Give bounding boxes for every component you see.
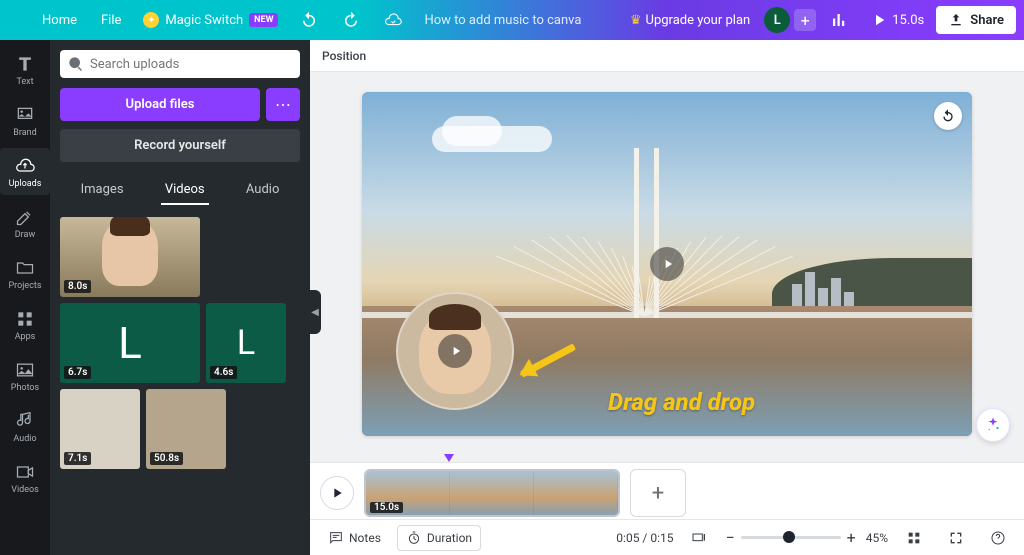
avatar[interactable]: L [764, 7, 790, 33]
panel-tabs: Images Videos Audio [60, 176, 300, 205]
search-icon [68, 56, 84, 72]
timeline-play-button[interactable] [320, 476, 354, 510]
rail-text[interactable]: Text [0, 46, 50, 93]
file-button[interactable]: File [91, 7, 131, 34]
rail-brand[interactable]: Brand [0, 97, 50, 144]
rail-audio[interactable]: Audio [0, 403, 50, 450]
zoom-out-icon[interactable]: − [725, 528, 734, 547]
add-collaborator-button[interactable]: + [794, 9, 816, 31]
zoom-in-icon[interactable]: + [847, 528, 856, 547]
drag-drop-label: Drag and drop [608, 388, 755, 416]
grid-view-button[interactable] [898, 526, 930, 550]
record-yourself-button[interactable]: Record yourself [60, 129, 300, 162]
video-thumbnails: 8.0s L6.7s L4.6s 7.1s 50.8s [60, 217, 300, 469]
notes-button[interactable]: Notes [320, 526, 389, 550]
help-button[interactable] [982, 526, 1014, 550]
new-badge: NEW [249, 13, 278, 27]
view-mode-button[interactable] [683, 526, 715, 550]
timeline-clip[interactable]: 15.0s [364, 469, 620, 517]
upgrade-button[interactable]: ♛Upgrade your plan [620, 7, 760, 34]
top-bar: Home File ✦ Magic Switch NEW How to add … [0, 0, 1024, 40]
left-rail: Text Brand Uploads Draw Projects Apps Ph… [0, 40, 50, 555]
share-button[interactable]: Share [936, 6, 1016, 34]
rail-videos[interactable]: Videos [0, 454, 50, 501]
tab-videos[interactable]: Videos [161, 176, 209, 205]
rail-photos[interactable]: Photos [0, 352, 50, 399]
zoom-value: 45% [866, 531, 888, 545]
video-thumb[interactable]: L6.7s [60, 303, 200, 383]
search-input[interactable] [90, 57, 292, 72]
rail-apps[interactable]: Apps [0, 301, 50, 348]
tab-images[interactable]: Images [77, 176, 128, 205]
playhead[interactable] [358, 456, 1024, 464]
tab-audio[interactable]: Audio [242, 176, 283, 205]
rail-draw[interactable]: Draw [0, 199, 50, 246]
magic-switch-label: Magic Switch [165, 13, 243, 28]
cloud-sync-icon[interactable] [374, 5, 412, 35]
slide[interactable]: Drag and drop [362, 92, 972, 436]
add-clip-button[interactable]: + [630, 469, 686, 517]
sparkle-icon: ✦ [143, 12, 159, 28]
present-button[interactable]: 15.0s [862, 7, 932, 33]
webcam-overlay[interactable] [396, 292, 514, 410]
search-input-wrap[interactable] [60, 50, 300, 78]
menu-button[interactable] [8, 8, 28, 32]
zoom-slider[interactable] [741, 536, 841, 539]
refresh-icon[interactable] [934, 102, 962, 130]
crown-icon: ♛ [630, 13, 642, 28]
redo-button[interactable] [332, 5, 370, 35]
video-thumb[interactable]: 50.8s [146, 389, 226, 469]
uploads-panel: Upload files ⋯ Record yourself Images Vi… [50, 40, 310, 555]
time-display: 0:05 / 0:15 [616, 531, 673, 545]
bottom-bar: Notes Duration 0:05 / 0:15 − + 45% [310, 519, 1024, 555]
play-icon[interactable] [650, 247, 684, 281]
fullscreen-button[interactable] [940, 526, 972, 550]
magic-fab[interactable] [976, 408, 1010, 442]
canvas-area: Position Drag and drop [310, 40, 1024, 555]
position-toolbar[interactable]: Position [310, 40, 1024, 72]
duration-button[interactable]: Duration [397, 525, 481, 551]
video-thumb[interactable]: L4.6s [206, 303, 286, 383]
home-button[interactable]: Home [32, 7, 87, 34]
analytics-button[interactable] [820, 5, 858, 35]
timeline: 15.0s + [310, 462, 1024, 519]
rail-projects[interactable]: Projects [0, 250, 50, 297]
video-thumb[interactable]: 8.0s [60, 217, 200, 297]
upload-files-button[interactable]: Upload files [60, 88, 260, 121]
video-thumb[interactable]: 7.1s [60, 389, 140, 469]
upload-more-button[interactable]: ⋯ [266, 88, 300, 121]
document-title[interactable]: How to add music to canva [424, 13, 581, 28]
rail-uploads[interactable]: Uploads [0, 148, 50, 195]
undo-button[interactable] [290, 5, 328, 35]
play-icon[interactable] [438, 334, 472, 368]
magic-switch-button[interactable]: ✦ Magic Switch NEW [135, 8, 286, 32]
stage[interactable]: Drag and drop [310, 72, 1024, 456]
